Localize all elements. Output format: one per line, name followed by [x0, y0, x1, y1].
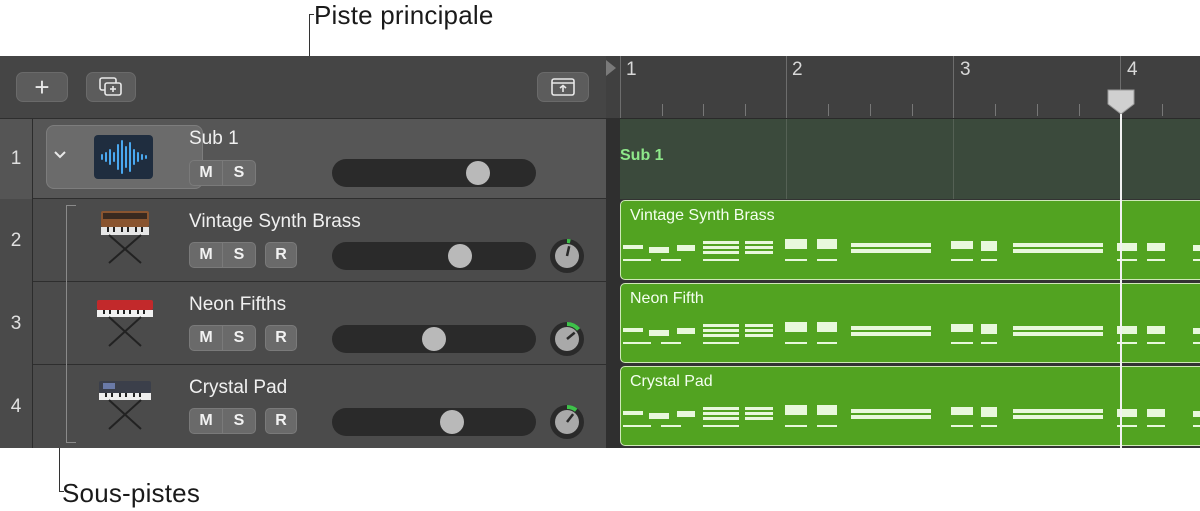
mute-solo-group: M S	[189, 408, 257, 434]
track-header-toolbar: +	[0, 56, 606, 119]
header-workspace-divider	[606, 118, 620, 448]
pan-knob[interactable]	[548, 320, 586, 358]
midi-notes	[623, 239, 1200, 261]
red-keyboard-icon	[95, 290, 155, 350]
volume-slider[interactable]	[332, 408, 536, 436]
main-track-header[interactable]: Sub 1 M S	[33, 119, 606, 199]
ruler-bar-4: 4	[1127, 59, 1138, 80]
track-name: Sub 1	[189, 128, 239, 149]
mute-solo-group: M S	[189, 160, 257, 186]
ruler-bar-3: 3	[960, 59, 971, 80]
record-enable-button[interactable]: R	[265, 242, 297, 268]
pan-knob[interactable]	[548, 237, 586, 275]
disclosure-chevron-down-icon[interactable]	[53, 150, 67, 160]
track-name: Vintage Synth Brass	[189, 211, 361, 232]
solo-button[interactable]: S	[222, 325, 256, 351]
callout-main-track-label: Piste principale	[314, 0, 494, 30]
region-label: Neon Fifth	[630, 290, 704, 307]
midi-notes	[623, 322, 1200, 344]
callout-sub-tracks-bottom-tick	[59, 491, 64, 492]
mute-solo-group: M S	[189, 242, 257, 268]
record-enable-button[interactable]: R	[265, 325, 297, 351]
callout-sub-tracks-label: Sous-pistes	[62, 478, 201, 508]
track-name: Neon Fifths	[189, 294, 287, 315]
track-number-2: 2	[0, 199, 33, 282]
folder-track-lane[interactable]: Sub 1	[620, 119, 1200, 199]
folder-region-label: Sub 1	[620, 147, 664, 164]
duplicate-track-icon	[99, 77, 122, 96]
sub-track-header-2[interactable]: Neon Fifths M S R	[33, 282, 606, 365]
bar-line	[953, 56, 954, 118]
solo-button[interactable]: S	[222, 408, 256, 434]
volume-slider-thumb[interactable]	[466, 161, 490, 185]
track-number-3: 3	[0, 282, 33, 365]
tracks-area: + 1 2 3 4 1 2 3 4 Sub 1 M S Vintage Synt…	[0, 56, 1200, 448]
midi-region[interactable]: Neon Fifth	[620, 283, 1200, 363]
solo-button[interactable]: S	[222, 160, 256, 186]
solo-button[interactable]: S	[222, 242, 256, 268]
mute-button[interactable]: M	[189, 408, 223, 434]
track-name: Crystal Pad	[189, 377, 288, 398]
region-label: Crystal Pad	[630, 373, 713, 390]
collapse-track-stack-button[interactable]	[537, 72, 589, 102]
collapse-track-stack-icon	[551, 78, 575, 96]
midi-region[interactable]: Crystal Pad	[620, 366, 1200, 446]
volume-slider[interactable]	[332, 159, 536, 187]
pan-knob[interactable]	[548, 403, 586, 441]
playhead-line-overlay	[1120, 114, 1122, 448]
vintage-synth-icon	[97, 205, 153, 267]
ruler-start-marker-icon	[606, 60, 616, 76]
sub-track-bracket	[66, 205, 76, 443]
volume-slider-thumb[interactable]	[439, 410, 464, 434]
mute-solo-group: M S	[189, 325, 257, 351]
playhead-handle-icon[interactable]	[1106, 88, 1136, 116]
midi-region[interactable]: Vintage Synth Brass	[620, 200, 1200, 280]
synth-keyboard-icon	[95, 373, 155, 433]
sub-track-header-3[interactable]: Crystal Pad M S R	[33, 365, 606, 448]
add-track-icon: +	[34, 72, 50, 102]
mute-button[interactable]: M	[189, 160, 223, 186]
volume-slider-thumb[interactable]	[448, 244, 473, 268]
audio-waveform-icon	[94, 135, 153, 179]
volume-slider-thumb[interactable]	[422, 327, 446, 351]
ruler-bar-1: 1	[626, 59, 637, 80]
ruler-bar-2: 2	[792, 59, 803, 80]
sub-track-header-1[interactable]: Vintage Synth Brass M S R	[33, 199, 606, 282]
midi-notes	[623, 405, 1200, 427]
duplicate-track-button[interactable]	[86, 72, 136, 102]
add-track-button[interactable]: +	[16, 72, 68, 102]
volume-slider[interactable]	[332, 325, 536, 353]
track-number-4: 4	[0, 365, 33, 448]
mute-button[interactable]: M	[189, 242, 223, 268]
bar-line	[786, 56, 787, 118]
track-number-1: 1	[0, 119, 33, 199]
callout-main-track-tick	[309, 14, 314, 15]
region-label: Vintage Synth Brass	[630, 207, 775, 224]
volume-slider[interactable]	[332, 242, 536, 270]
bar-line	[620, 56, 621, 118]
record-enable-button[interactable]: R	[265, 408, 297, 434]
mute-button[interactable]: M	[189, 325, 223, 351]
